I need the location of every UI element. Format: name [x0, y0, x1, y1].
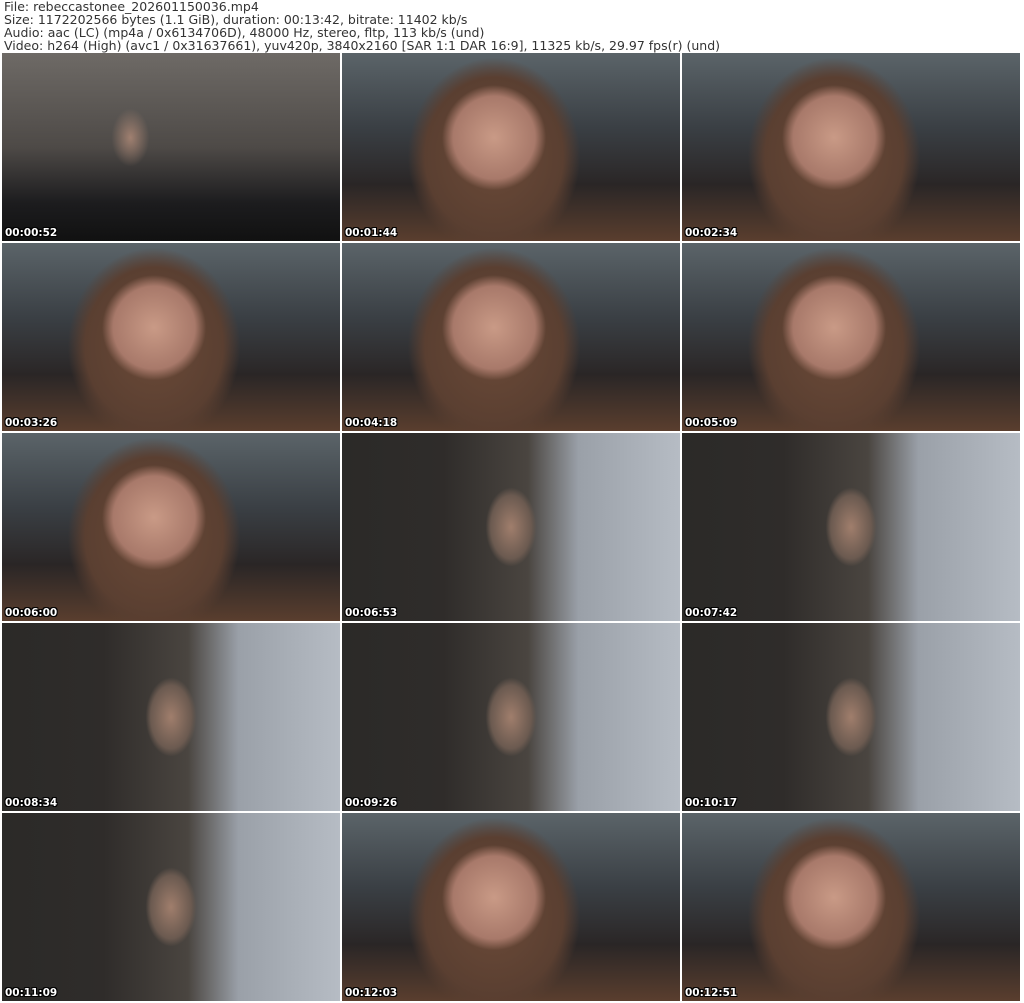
video-thumbnail: 00:01:44 — [342, 53, 680, 241]
video-thumbnail: 00:12:51 — [682, 813, 1020, 1001]
timestamp-label: 00:10:17 — [685, 797, 738, 809]
video-thumbnail: 00:09:26 — [342, 623, 680, 811]
timestamp-label: 00:11:09 — [5, 987, 58, 999]
timestamp-label: 00:02:34 — [685, 227, 738, 239]
video-thumbnail: 00:10:17 — [682, 623, 1020, 811]
timestamp-label: 00:03:26 — [5, 417, 58, 429]
timestamp-label: 00:06:53 — [345, 607, 398, 619]
video-thumbnail: 00:11:09 — [2, 813, 340, 1001]
timestamp-label: 00:12:51 — [685, 987, 738, 999]
timestamp-label: 00:07:42 — [685, 607, 738, 619]
video-thumbnail: 00:12:03 — [342, 813, 680, 1001]
video-thumbnail: 00:07:42 — [682, 433, 1020, 621]
video-thumbnail: 00:06:53 — [342, 433, 680, 621]
timestamp-label: 00:08:34 — [5, 797, 58, 809]
video-thumbnail: 00:05:09 — [682, 243, 1020, 431]
timestamp-label: 00:01:44 — [345, 227, 398, 239]
file-info-header: File: rebeccastonee_202601150036.mp4 Siz… — [4, 0, 720, 52]
timestamp-label: 00:04:18 — [345, 417, 398, 429]
timestamp-label: 00:00:52 — [5, 227, 58, 239]
video-thumbnail: 00:06:00 — [2, 433, 340, 621]
video-thumbnail: 00:03:26 — [2, 243, 340, 431]
video-info: Video: h264 (High) (avc1 / 0x31637661), … — [4, 38, 721, 53]
video-thumbnail: 00:08:34 — [2, 623, 340, 811]
video-thumbnail: 00:00:52 — [2, 53, 340, 241]
timestamp-label: 00:06:00 — [5, 607, 58, 619]
timestamp-label: 00:12:03 — [345, 987, 398, 999]
video-thumbnail: 00:04:18 — [342, 243, 680, 431]
timestamp-label: 00:09:26 — [345, 797, 398, 809]
video-thumbnail: 00:02:34 — [682, 53, 1020, 241]
thumbnail-grid: 00:00:52 00:01:44 00:02:34 00:03:26 00:04:18… — [2, 53, 1020, 1001]
timestamp-label: 00:05:09 — [685, 417, 738, 429]
